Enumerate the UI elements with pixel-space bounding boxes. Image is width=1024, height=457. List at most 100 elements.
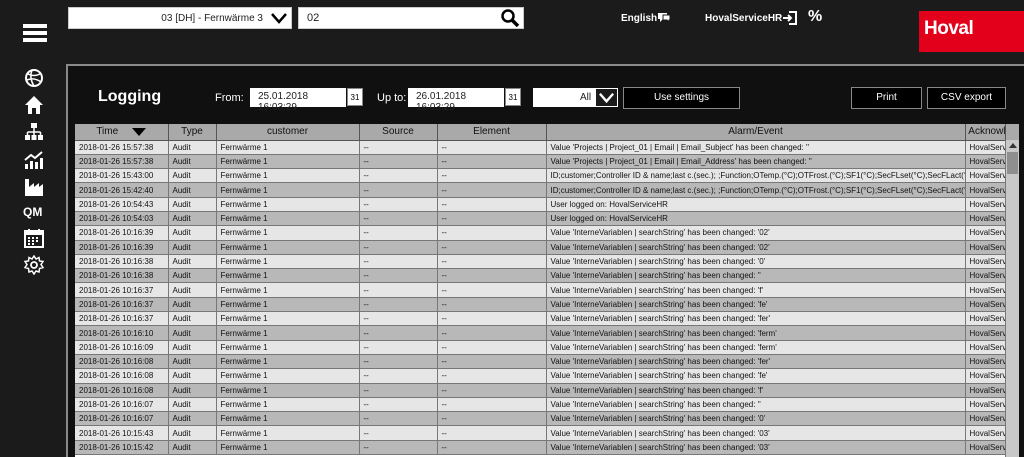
- cell-time: 2018-01-26 10:16:07: [75, 397, 169, 413]
- table-row[interactable]: 2018-01-26 10:16:08 Audit Fernwärme 1 -- -- V…: [75, 354, 1005, 370]
- column-header-alarm-event[interactable]: Alarm/Event: [546, 124, 966, 141]
- cell-time: 2018-01-26 15:43:00: [75, 168, 169, 184]
- menu-icon[interactable]: [23, 24, 47, 42]
- calendar-from-icon[interactable]: 31: [347, 88, 363, 106]
- from-label: From:: [215, 92, 244, 104]
- cell-source: --: [359, 425, 438, 441]
- cell-customer: Fernwärme 1: [216, 240, 360, 255]
- cell-element: --: [437, 297, 547, 313]
- cell-source: --: [359, 140, 438, 155]
- table-row[interactable]: 2018-01-26 10:16:37 Audit Fernwärme 1 -- -- V…: [75, 297, 1005, 313]
- table-row[interactable]: 2018-01-26 10:16:09 Audit Fernwärme 1 -- -- V…: [75, 340, 1005, 355]
- gear-icon[interactable]: [23, 255, 45, 275]
- calendar-upto-icon[interactable]: 31: [505, 88, 521, 106]
- cell-type: Audit: [168, 240, 217, 255]
- table-row[interactable]: 2018-01-26 10:15:43 Audit Fernwärme 1 -- -- V…: [75, 425, 1005, 441]
- cell-customer: Fernwärme 1: [216, 225, 360, 241]
- sort-desc-icon[interactable]: [132, 127, 147, 136]
- column-header-element[interactable]: Element: [437, 124, 547, 141]
- cell-acknowledged-by: HovalServiceHR: [965, 383, 1005, 398]
- csv-export-button[interactable]: CSV export: [927, 87, 1006, 109]
- plant-select[interactable]: 03 [DH] - Fernwärme 3: [68, 7, 292, 29]
- from-date-input[interactable]: 25.01.2018 16:03:29: [250, 88, 346, 113]
- scrollbar-corner: [1005, 124, 1019, 140]
- cell-element: --: [437, 268, 547, 284]
- cell-acknowledged-by: HovalServiceHR: [965, 325, 1005, 341]
- scrollbar-thumb[interactable]: [1007, 152, 1018, 174]
- cell-element: --: [437, 311, 547, 327]
- cell-customer: Fernwärme 1: [216, 168, 360, 184]
- type-filter-select[interactable]: All: [533, 88, 618, 107]
- search-icon[interactable]: [500, 9, 520, 27]
- app-window: 03 [DH] - Fernwärme 3 English HovalServi…: [0, 0, 1024, 457]
- use-settings-button[interactable]: Use settings: [623, 87, 740, 109]
- speech-bubble-icon[interactable]: [657, 11, 671, 24]
- cell-customer: Fernwärme 1: [216, 211, 360, 227]
- table-row[interactable]: 2018-01-26 10:16:08 Audit Fernwärme 1 -- -- V…: [75, 383, 1005, 398]
- cell-time: 2018-01-26 10:16:10: [75, 325, 169, 341]
- qm-nav-item[interactable]: QM: [23, 205, 42, 219]
- cell-alarm-event: User logged on: HovalServiceHR: [546, 211, 966, 227]
- cell-alarm-event: Value 'InterneVariablen | searchString' …: [546, 397, 966, 413]
- table-row[interactable]: 2018-01-26 10:16:37 Audit Fernwärme 1 -- -- V…: [75, 282, 1005, 298]
- column-header-time[interactable]: Time: [75, 124, 169, 141]
- cell-acknowledged-by: HovalServiceHR: [965, 440, 1005, 456]
- cell-time: 2018-01-26 10:15:42: [75, 440, 169, 456]
- table-row[interactable]: 2018-01-26 10:16:39 Audit Fernwärme 1 -- -- V…: [75, 240, 1005, 255]
- cell-type: Audit: [168, 425, 217, 441]
- cell-source: --: [359, 254, 438, 270]
- percent-icon[interactable]: %: [808, 8, 822, 26]
- table-row[interactable]: 2018-01-26 10:16:39 Audit Fernwärme 1 -- -- V…: [75, 225, 1005, 241]
- cell-alarm-event: Value 'InterneVariablen | searchString' …: [546, 425, 966, 441]
- language-selector[interactable]: English: [621, 13, 657, 24]
- hierarchy-icon[interactable]: [23, 122, 45, 142]
- table-row[interactable]: 2018-01-26 10:16:10 Audit Fernwärme 1 -- -- V…: [75, 325, 1005, 341]
- cell-alarm-event: Value 'InterneVariablen | searchString' …: [546, 297, 966, 313]
- search-input[interactable]: [299, 8, 489, 28]
- scroll-up-icon[interactable]: [1009, 143, 1017, 148]
- table-header: Time Type customer Source Element Alarm/…: [75, 124, 1005, 141]
- logout-icon[interactable]: [782, 10, 798, 26]
- table-row[interactable]: 2018-01-26 10:16:38 Audit Fernwärme 1 -- -- V…: [75, 268, 1005, 284]
- chart-icon[interactable]: [23, 150, 45, 170]
- cell-source: --: [359, 182, 438, 198]
- table-row[interactable]: 2018-01-26 15:43:00 Audit Fernwärme 1 -- -- I…: [75, 168, 1005, 184]
- table-row[interactable]: 2018-01-26 10:16:07 Audit Fernwärme 1 -- -- V…: [75, 411, 1005, 427]
- cell-acknowledged-by: HovalServiceHR: [965, 240, 1005, 255]
- globe-icon[interactable]: [23, 68, 45, 88]
- factory-icon[interactable]: [23, 177, 45, 197]
- cell-time: 2018-01-26 10:16:08: [75, 383, 169, 398]
- cell-acknowledged-by: HovalServiceHR: [965, 397, 1005, 413]
- home-icon[interactable]: [23, 95, 45, 115]
- column-header-type[interactable]: Type: [168, 124, 217, 141]
- cell-alarm-event: User logged on: HovalServiceHR: [546, 197, 966, 212]
- table-row[interactable]: 2018-01-26 10:54:03 Audit Fernwärme 1 -- -- U…: [75, 211, 1005, 227]
- table-row[interactable]: 2018-01-26 10:16:08 Audit Fernwärme 1 -- -- V…: [75, 368, 1005, 384]
- cell-acknowledged-by: HovalServiceHR: [965, 311, 1005, 327]
- cell-element: --: [437, 397, 547, 413]
- table-scrollbar[interactable]: [1005, 140, 1019, 457]
- cell-time: 2018-01-26 10:16:07: [75, 411, 169, 427]
- cell-source: --: [359, 368, 438, 384]
- table-row[interactable]: 2018-01-26 15:57:38 Audit Fernwärme 1 -- -- V…: [75, 154, 1005, 170]
- upto-date-input[interactable]: 26.01.2018 16:03:29: [408, 88, 504, 113]
- table-row[interactable]: 2018-01-26 10:15:42 Audit Fernwärme 1 -- -- V…: [75, 440, 1005, 456]
- column-header-source[interactable]: Source: [359, 124, 438, 141]
- table-row[interactable]: 2018-01-26 15:42:40 Audit Fernwärme 1 -- -- I…: [75, 182, 1005, 198]
- cell-type: Audit: [168, 383, 217, 398]
- column-header-customer[interactable]: customer: [216, 124, 360, 141]
- table-row[interactable]: 2018-01-26 10:16:38 Audit Fernwärme 1 -- -- V…: [75, 254, 1005, 270]
- table-row[interactable]: 2018-01-26 15:57:38 Audit Fernwärme 1 -- -- V…: [75, 140, 1005, 155]
- cell-acknowledged-by: HovalServiceHR: [965, 168, 1005, 184]
- table-row[interactable]: 2018-01-26 10:16:07 Audit Fernwärme 1 -- -- V…: [75, 397, 1005, 413]
- cell-type: Audit: [168, 225, 217, 241]
- calendar-icon[interactable]: [23, 228, 45, 248]
- cell-time: 2018-01-26 10:16:38: [75, 254, 169, 270]
- cell-alarm-event: Value 'InterneVariablen | searchString' …: [546, 325, 966, 341]
- page-title: Logging: [98, 88, 162, 105]
- table-row[interactable]: 2018-01-26 10:16:37 Audit Fernwärme 1 -- -- V…: [75, 311, 1005, 327]
- table-row[interactable]: 2018-01-26 10:54:43 Audit Fernwärme 1 -- -- U…: [75, 197, 1005, 212]
- cell-element: --: [437, 325, 547, 341]
- print-button[interactable]: Print: [851, 87, 922, 109]
- column-header-acknowledged-by[interactable]: Acknowledged by: [965, 124, 1005, 141]
